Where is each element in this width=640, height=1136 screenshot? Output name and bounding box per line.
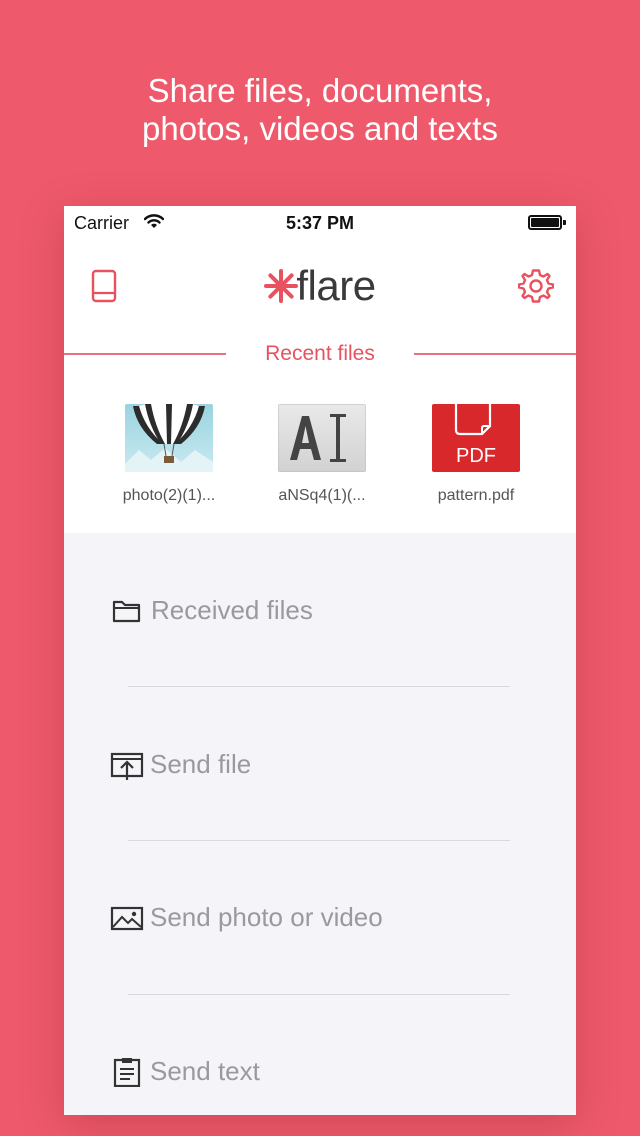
pdf-badge-text: PDF xyxy=(456,445,496,467)
nav-bar: flare xyxy=(64,246,576,326)
clipboard-icon xyxy=(113,1058,141,1087)
phone-screen: Carrier 5:37 PM flare Recent files photo… xyxy=(64,206,576,1115)
recent-file-item[interactable]: PDF pattern.pdf xyxy=(411,404,541,505)
battery-icon xyxy=(528,215,566,230)
headline-line-2: photos, videos and texts xyxy=(142,110,498,147)
header-divider-right xyxy=(414,353,576,355)
menu-label: Send text xyxy=(150,1056,260,1086)
recent-file-item[interactable]: aNSq4(1)(... xyxy=(257,403,387,505)
status-time: 5:37 PM xyxy=(285,213,355,233)
menu-label: Send file xyxy=(150,749,252,779)
pdf-thumbnail: PDF xyxy=(432,404,520,472)
recent-file-name: aNSq4(1)(... xyxy=(278,487,366,504)
recent-file-item[interactable]: photo(2)(1)... xyxy=(104,402,234,505)
menu-divider xyxy=(128,994,510,995)
recent-files-list: photo(2)(1)... aNSq4(1)(... PDF pattern.… xyxy=(64,402,576,514)
folder-icon xyxy=(112,600,141,623)
text-cursor-thumbnail xyxy=(277,403,367,473)
app-logo: flare xyxy=(64,264,576,308)
menu-label: Send photo or video xyxy=(150,902,383,932)
menu-divider xyxy=(128,686,510,687)
recent-files-header: Recent files xyxy=(64,340,576,368)
asterisk-icon xyxy=(264,269,299,303)
status-bar: Carrier 5:37 PM xyxy=(64,206,576,240)
gear-icon[interactable] xyxy=(518,268,554,304)
menu-label: Received files xyxy=(151,595,313,625)
logo-text: flare xyxy=(296,262,376,309)
balloon-photo-thumbnail xyxy=(125,402,213,472)
recent-file-name: photo(2)(1)... xyxy=(122,487,216,504)
menu-divider xyxy=(128,840,510,841)
recent-file-name: pattern.pdf xyxy=(437,487,515,504)
upload-icon xyxy=(110,752,144,780)
top-panel: Carrier 5:37 PM flare Recent files photo… xyxy=(64,206,576,533)
image-icon xyxy=(110,906,144,931)
headline: Share files, documents, photos, videos a… xyxy=(0,72,640,148)
headline-line-1: Share files, documents, xyxy=(147,72,493,109)
